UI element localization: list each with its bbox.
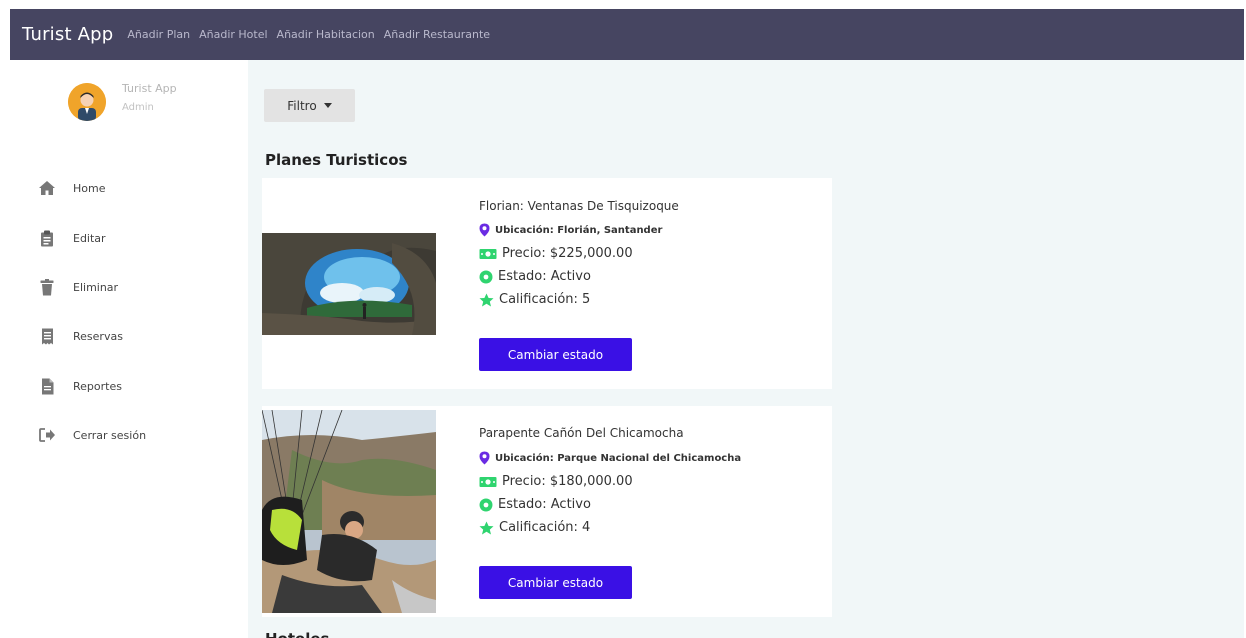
nav-add-room[interactable]: Añadir Habitacion xyxy=(277,28,375,41)
status-dot-icon xyxy=(479,498,493,511)
sidebar-item-reports[interactable]: Reportes xyxy=(38,375,238,397)
map-pin-icon xyxy=(479,451,490,465)
sidebar-item-label: Reservas xyxy=(73,329,123,343)
sidebar-item-label: Home xyxy=(73,181,106,195)
clipboard-icon xyxy=(38,229,56,247)
sidebar: Turist App Admin Home Editar Eliminar Re… xyxy=(10,60,248,638)
app-brand[interactable]: Turist App xyxy=(22,24,113,45)
sidebar-item-home[interactable]: Home xyxy=(38,177,238,199)
plan-rating: Calificación: 4 xyxy=(499,520,591,535)
sidebar-item-logout[interactable]: Cerrar sesión xyxy=(38,424,238,446)
plan-price: Precio: $180,000.00 xyxy=(502,474,633,489)
sidebar-item-label: Editar xyxy=(73,231,106,245)
star-icon xyxy=(479,521,494,534)
sidebar-item-label: Eliminar xyxy=(73,280,119,294)
plan-price-row: Precio: $225,000.00 xyxy=(479,246,633,261)
trash-icon xyxy=(38,278,56,296)
main-content: Filtro Planes Turisticos Florian: Ventan… xyxy=(248,60,1244,638)
file-icon xyxy=(38,377,56,395)
section-title-plans: Planes Turisticos xyxy=(265,151,408,169)
filter-label: Filtro xyxy=(287,98,317,113)
plan-title: Parapente Cañón Del Chicamocha xyxy=(479,426,684,440)
plan-location: Ubicación: Florián, Santander xyxy=(495,224,663,236)
plan-rating-row: Calificación: 5 xyxy=(479,292,590,307)
status-dot-icon xyxy=(479,270,493,283)
plan-rating-row: Calificación: 4 xyxy=(479,520,590,535)
plan-title: Florian: Ventanas De Tisquizoque xyxy=(479,199,679,213)
home-icon xyxy=(38,179,56,197)
sign-out-icon xyxy=(38,426,56,444)
plan-image-cave xyxy=(262,233,436,335)
sidebar-item-label: Cerrar sesión xyxy=(73,428,147,442)
change-status-button[interactable]: Cambiar estado xyxy=(479,338,632,371)
money-bill-icon xyxy=(479,476,497,487)
caret-down-icon xyxy=(323,103,332,108)
star-icon xyxy=(479,293,494,306)
plan-status: Estado: Activo xyxy=(498,497,591,512)
plan-status-row: Estado: Activo xyxy=(479,497,591,512)
nav-add-plan[interactable]: Añadir Plan xyxy=(127,28,190,41)
sidebar-item-bookings[interactable]: Reservas xyxy=(38,325,238,347)
plan-rating: Calificación: 5 xyxy=(499,292,591,307)
sidebar-item-delete[interactable]: Eliminar xyxy=(38,276,238,298)
plan-card: Florian: Ventanas De Tisquizoque Ubicaci… xyxy=(262,178,832,389)
plan-status: Estado: Activo xyxy=(498,269,591,284)
plan-location-row: Ubicación: Florián, Santander xyxy=(479,223,662,237)
filter-dropdown-button[interactable]: Filtro xyxy=(264,89,355,122)
money-bill-icon xyxy=(479,248,497,259)
change-status-button[interactable]: Cambiar estado xyxy=(479,566,632,599)
top-navbar: Turist App Añadir Plan Añadir Hotel Añad… xyxy=(10,9,1244,60)
plan-price: Precio: $225,000.00 xyxy=(502,246,633,261)
avatar xyxy=(68,83,106,121)
plan-location-row: Ubicación: Parque Nacional del Chicamoch… xyxy=(479,451,741,465)
sidebar-item-edit[interactable]: Editar xyxy=(38,227,238,249)
plan-price-row: Precio: $180,000.00 xyxy=(479,474,633,489)
profile-block: Turist App Admin xyxy=(68,81,248,131)
map-pin-icon xyxy=(479,223,490,237)
sidebar-item-label: Reportes xyxy=(73,379,122,393)
plan-location: Ubicación: Parque Nacional del Chicamoch… xyxy=(495,452,742,464)
section-title-hotels: Hoteles xyxy=(265,630,329,638)
profile-role: Admin xyxy=(122,102,154,113)
nav-add-restaurant[interactable]: Añadir Restaurante xyxy=(384,28,490,41)
plan-status-row: Estado: Activo xyxy=(479,269,591,284)
nav-add-hotel[interactable]: Añadir Hotel xyxy=(199,28,267,41)
plan-image-paragliding xyxy=(262,410,436,613)
profile-name: Turist App xyxy=(122,82,177,95)
receipt-icon xyxy=(38,327,56,345)
plan-card: Parapente Cañón Del Chicamocha Ubicación… xyxy=(262,406,832,617)
